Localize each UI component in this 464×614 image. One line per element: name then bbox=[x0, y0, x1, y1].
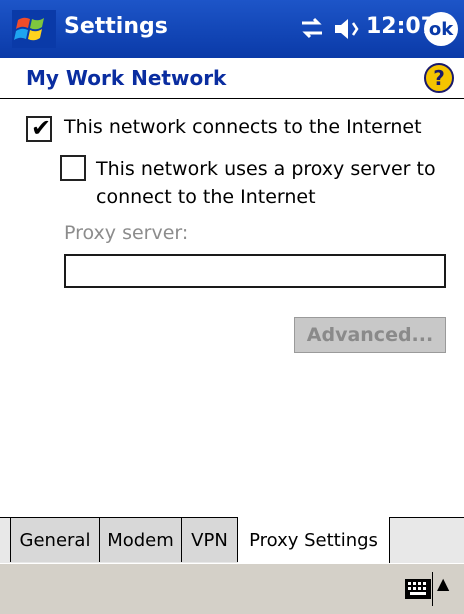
tab-proxy-settings[interactable]: Proxy Settings bbox=[238, 517, 390, 563]
bottom-bar: ▲ bbox=[0, 563, 464, 614]
advanced-button[interactable]: Advanced... bbox=[294, 317, 446, 353]
page-header: My Work Network ? bbox=[0, 58, 464, 99]
proxy-checkbox[interactable] bbox=[60, 155, 86, 181]
title-bar: Settings 12:07 ok bbox=[0, 0, 464, 58]
divider bbox=[432, 572, 433, 606]
volume-icon[interactable] bbox=[333, 15, 363, 43]
proxy-server-label: Proxy server: bbox=[64, 222, 189, 244]
keyboard-icon[interactable] bbox=[404, 578, 432, 600]
proxy-option-label[interactable]: This network uses a proxy server to conn… bbox=[96, 155, 436, 211]
tab-modem[interactable]: Modem bbox=[100, 518, 182, 562]
page-title: My Work Network bbox=[26, 66, 227, 90]
up-arrow-icon[interactable]: ▲ bbox=[437, 574, 449, 593]
checkmark-icon: ✔ bbox=[31, 114, 52, 142]
tab-vpn[interactable]: VPN bbox=[182, 518, 238, 562]
connectivity-icon[interactable] bbox=[298, 15, 326, 43]
tab-general[interactable]: General bbox=[10, 518, 100, 562]
app-title: Settings bbox=[64, 14, 168, 39]
internet-label[interactable]: This network connects to the Internet bbox=[64, 113, 422, 141]
help-icon[interactable]: ? bbox=[424, 63, 454, 93]
proxy-server-input[interactable] bbox=[64, 254, 446, 288]
tab-bar: General Modem VPN Proxy Settings bbox=[0, 517, 464, 564]
internet-checkbox[interactable]: ✔ bbox=[26, 114, 52, 142]
ok-button[interactable]: ok bbox=[424, 12, 458, 46]
windows-start-icon[interactable] bbox=[12, 10, 56, 48]
